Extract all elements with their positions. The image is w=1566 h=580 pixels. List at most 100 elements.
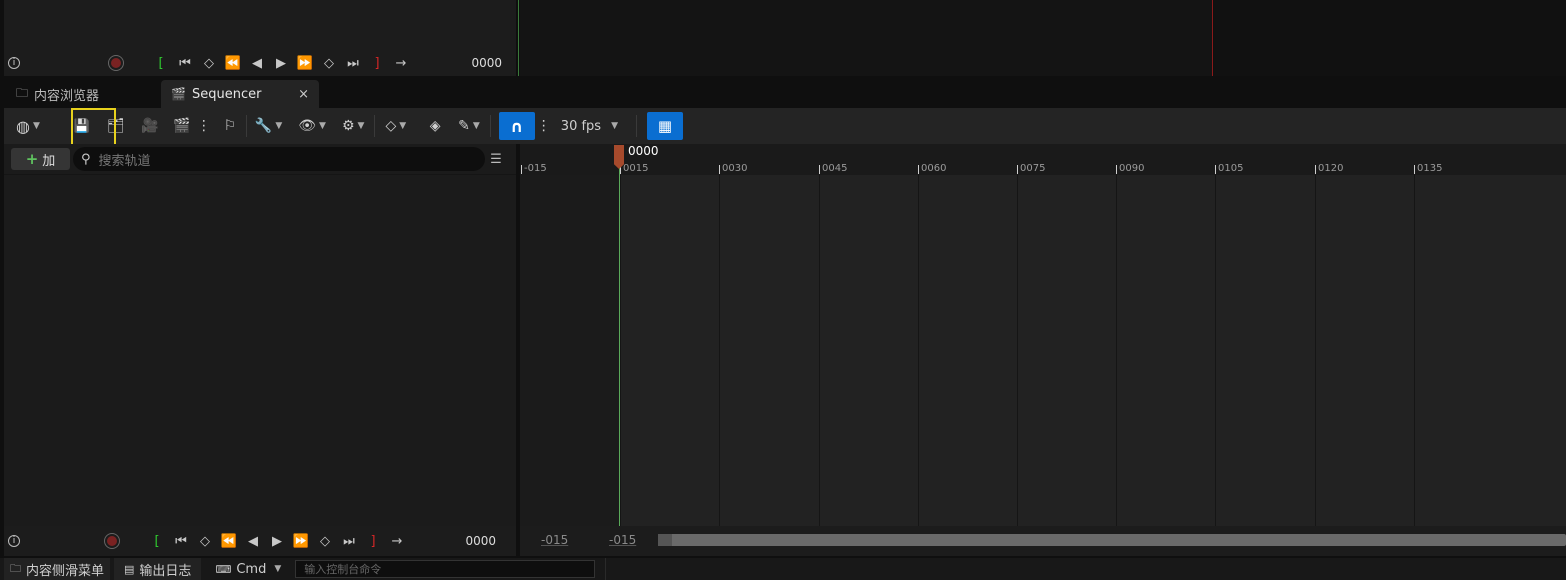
content-drawer-button[interactable]: 🗀 内容侧滑菜单 (4, 558, 111, 580)
tab-label: 内容浏览器 (34, 88, 100, 104)
timeline-area[interactable]: -015 0015 0030 0045 0060 0075 0090 0105 0120 0135… (520, 144, 1566, 526)
bottom-transport-bar: i [ ⏮ ◇ ⏪ ◀ ▶ ⏩ ◇ ⏭ ] → 0000 (8, 528, 516, 554)
jump-to-end-icon[interactable]: ⏭ (340, 532, 358, 550)
playback-options-menu[interactable]: ⚙ ▼ (342, 108, 364, 144)
record-button[interactable] (108, 55, 124, 71)
chevron-down-icon: ▼ (611, 121, 618, 131)
chevron-down-icon: ▼ (319, 121, 326, 131)
curve-editor-button[interactable]: ▦ (647, 112, 683, 140)
search-icon: ⚲ (81, 151, 91, 167)
folder-icon: 🗀 (10, 561, 21, 575)
snap-toggle-button[interactable]: ∩ (498, 112, 535, 140)
grid-line (918, 175, 919, 526)
loop-icon[interactable]: → (392, 54, 410, 72)
top-viewport-panel: i [ ⏮ ◇ ⏪ ◀ ▶ ⏩ ◇ ⏭ ] → 0000 (4, 0, 516, 76)
world-menu[interactable]: ◍ ▼ (16, 108, 40, 144)
clapperboard-icon: 🎬 (173, 118, 191, 134)
close-icon[interactable]: × (298, 87, 309, 102)
chevron-down-icon: ▼ (399, 121, 407, 131)
play-icon[interactable]: ▶ (272, 54, 290, 72)
view-range-end[interactable]: -015 (609, 533, 636, 547)
auto-key-button[interactable]: ◈ (424, 108, 446, 144)
jump-to-start-icon[interactable]: ⏮ (172, 532, 190, 550)
filter-icon: ☰ (490, 151, 502, 167)
save-highlight (71, 108, 116, 147)
more-options-button[interactable]: ⋮ (197, 108, 211, 144)
hierarchy-icon: ⚐ (223, 118, 237, 134)
search-tracks-input[interactable]: ⚲ 搜索轨道 (73, 147, 485, 171)
step-forward-icon[interactable]: ⏩ (292, 532, 310, 550)
snap-options-button[interactable]: ⋮ (537, 108, 551, 144)
loop-icon[interactable]: → (388, 532, 406, 550)
edit-mode-menu[interactable]: ✎ ▼ (458, 108, 480, 144)
top-frame-readout: 0000 (471, 56, 502, 70)
console-placeholder: 输入控制台命令 (304, 563, 382, 576)
tab-sequencer[interactable]: 🎬 Sequencer × (161, 80, 320, 108)
top-transport-bar: i [ ⏮ ◇ ⏪ ◀ ▶ ⏩ ◇ ⏭ ] → 0000 (8, 50, 516, 76)
world-icon: ◍ (16, 116, 30, 136)
set-start-icon[interactable]: [ (152, 54, 170, 72)
next-key-icon[interactable]: ◇ (316, 532, 334, 550)
grid-line (1215, 175, 1216, 526)
tools-menu[interactable]: 🔧 ▼ (255, 108, 282, 144)
jump-to-end-icon[interactable]: ⏭ (344, 54, 362, 72)
top-timeline-area (520, 0, 1212, 76)
output-log-button[interactable]: ▤ 输出日志 (114, 558, 202, 580)
filter-button[interactable]: ☰ (487, 151, 505, 167)
statusbar-divider (605, 558, 607, 580)
grid-line (1315, 175, 1316, 526)
tab-content-browser[interactable]: 🗀 内容浏览器 (6, 80, 109, 108)
playhead-handle[interactable] (614, 145, 624, 169)
cmd-label: Cmd (236, 561, 267, 577)
step-back-icon[interactable]: ⏪ (220, 532, 238, 550)
playhead-line (619, 154, 620, 526)
view-options-menu[interactable]: 👁 ▼ (298, 108, 326, 144)
framerate-menu[interactable]: 30 fps ▼ (561, 108, 618, 144)
add-track-button[interactable]: + 加 (11, 148, 70, 170)
plus-icon: + (25, 150, 39, 168)
cmd-menu[interactable]: ⌨ Cmd ▼ (205, 558, 291, 580)
playhead-frame-label: 0000 (628, 144, 659, 158)
grid-line (719, 175, 720, 526)
info-icon[interactable]: i (8, 535, 20, 547)
prev-key-icon[interactable]: ◇ (200, 54, 218, 72)
grid-line (819, 175, 820, 526)
scrollbar-handle[interactable] (658, 534, 672, 546)
camera-button[interactable]: 🎥 (138, 108, 162, 144)
play-reverse-icon[interactable]: ◀ (248, 54, 266, 72)
camera-icon: 🎥 (141, 118, 159, 134)
chevron-down-icon: ▼ (357, 121, 365, 131)
key-interp-menu[interactable]: ◇ ▼ (385, 108, 406, 144)
prev-key-icon[interactable]: ◇ (196, 532, 214, 550)
chevron-down-icon: ▼ (472, 121, 480, 131)
gear-play-icon: ⚙ (341, 118, 355, 134)
add-track-label: 加 (42, 153, 56, 169)
track-outliner: + 加 ⚲ 搜索轨道 ☰ (4, 144, 516, 526)
play-reverse-icon[interactable]: ◀ (244, 532, 262, 550)
magnet-icon: ∩ (510, 116, 524, 136)
timeline-scrollbar[interactable] (658, 534, 1566, 546)
step-forward-icon[interactable]: ⏩ (296, 54, 314, 72)
info-icon[interactable]: i (8, 57, 20, 69)
status-bar: 🗀 内容侧滑菜单 ▤ 输出日志 ⌨ Cmd ▼ 输入控制台命令 (0, 558, 1566, 580)
view-range-start[interactable]: -015 (541, 533, 568, 547)
diamond-icon: ◇ (385, 118, 397, 134)
console-command-input[interactable]: 输入控制台命令 (295, 560, 596, 578)
next-key-icon[interactable]: ◇ (320, 54, 338, 72)
record-button[interactable] (104, 533, 120, 549)
folder-icon: 🗀 (16, 85, 29, 100)
chevron-down-icon: ▼ (274, 564, 282, 574)
jump-to-start-icon[interactable]: ⏮ (176, 54, 194, 72)
set-end-icon[interactable]: ] (364, 532, 382, 550)
tab-bar: 🗀 内容浏览器 🎬 Sequencer × (0, 80, 1566, 108)
grid-line (1414, 175, 1415, 526)
play-icon[interactable]: ▶ (268, 532, 286, 550)
render-movie-button[interactable]: 🎬 (170, 108, 194, 144)
actions-button[interactable]: ⚐ (218, 108, 242, 144)
toolbar-separator (489, 115, 491, 137)
view-range-bar: -015 -015 (520, 526, 1566, 556)
set-start-icon[interactable]: [ (148, 532, 166, 550)
step-back-icon[interactable]: ⏪ (224, 54, 242, 72)
set-end-icon[interactable]: ] (368, 54, 386, 72)
wrench-icon: 🔧 (254, 118, 273, 134)
